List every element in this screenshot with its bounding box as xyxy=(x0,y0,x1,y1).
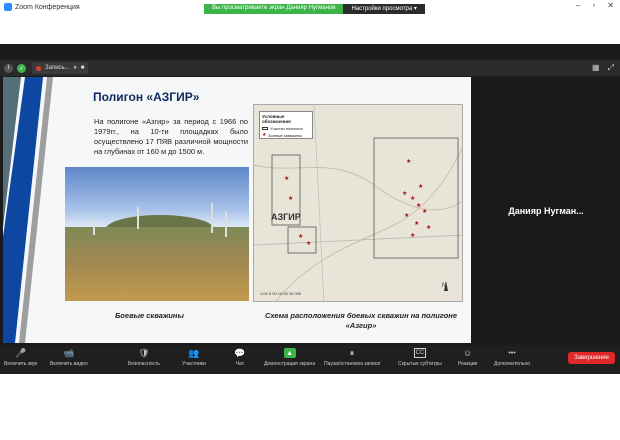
share-banner: Вы просматриваете экран Данияр Нугманов … xyxy=(204,4,425,14)
info-icon[interactable]: i xyxy=(4,63,13,73)
svg-text:★: ★ xyxy=(306,240,311,247)
unmute-button[interactable]: 🎤 Включить звук xyxy=(4,347,38,368)
legend-area-label: Участки полигона xyxy=(270,126,303,131)
end-meeting-button[interactable]: Завершение xyxy=(568,352,615,364)
svg-text:★: ★ xyxy=(410,195,415,202)
svg-text:★: ★ xyxy=(288,195,293,202)
security-shield-icon: 🛡 xyxy=(138,347,150,358)
map-legend: Условные обозначения Участки полигона ★ … xyxy=(259,111,313,139)
stop-icon[interactable]: ■ xyxy=(81,65,85,71)
security-button[interactable]: 🛡 Безопасность xyxy=(128,347,160,368)
pause-recording-button[interactable]: ⏸ Пауза/остановка записи xyxy=(324,347,381,368)
recording-label: Запись... xyxy=(45,65,70,71)
fullscreen-icon[interactable]: ⤢ xyxy=(608,63,614,73)
reactions-button[interactable]: ☺ Реакции xyxy=(458,348,477,367)
unmute-label: Включить звук xyxy=(4,361,38,367)
share-screen-icon: ▲ xyxy=(283,348,296,358)
photo-ground xyxy=(65,227,249,301)
start-video-button[interactable]: 📹 Включить видео xyxy=(50,347,88,368)
slide-title: Полигон «АЗГИР» xyxy=(93,90,200,104)
close-icon[interactable]: ✕ xyxy=(607,1,614,10)
map-place-label: АЗГИР xyxy=(271,212,301,222)
legend-row-wells: ★ Боевые скважины xyxy=(262,132,310,138)
participants-button[interactable]: 👥 Участники xyxy=(182,347,206,368)
pause-stop-icon: ⏸ xyxy=(349,347,355,358)
meeting-toolbar: 🎤 Включить звук 📹 Включить видео 🛡 Безоп… xyxy=(0,346,620,374)
video-camera-icon: 📹 xyxy=(63,347,75,358)
viewing-banner: Вы просматриваете экран Данияр Нугманов xyxy=(204,4,344,14)
participant-name: Данияр Нугман... xyxy=(508,206,584,216)
chat-icon: 💬 xyxy=(234,347,246,358)
closed-captions-icon: CC xyxy=(413,348,426,358)
polygon-map: ★ ★ ★ ★ ★ ★ ★ ★ ★ ★ ★ ★ ★ ★ N Условные обозначе… xyxy=(253,104,463,302)
photo-pole xyxy=(225,211,227,237)
participants-icon: 👥 xyxy=(188,347,200,358)
participants-label: Участники xyxy=(182,361,206,367)
view-options-button[interactable]: Настройки просмотра ▾ xyxy=(343,4,425,14)
shared-slide: Полигон «АЗГИР» На полигоне «Азгир» за п… xyxy=(3,77,471,343)
svg-text:★: ★ xyxy=(284,175,289,182)
legend-row-area: Участки полигона xyxy=(262,126,310,131)
photo-caption: Боевые скважины xyxy=(115,311,184,320)
reactions-label: Реакции xyxy=(458,361,478,367)
zoom-logo-icon xyxy=(4,3,12,11)
svg-text:★: ★ xyxy=(422,208,427,215)
top-toolbar: i ✓ Запись... ⏸ ■ ▦ ⤢ xyxy=(0,60,620,76)
shield-icon[interactable]: ✓ xyxy=(17,63,26,73)
grid-view-icon[interactable]: ▦ xyxy=(592,63,600,73)
wells-photo xyxy=(65,167,249,301)
legend-wells-label: Боевые скважины xyxy=(268,132,302,138)
more-label: Дополнительно xyxy=(494,361,530,367)
record-dot-icon xyxy=(36,65,41,71)
svg-text:★: ★ xyxy=(414,220,419,227)
minimize-icon[interactable]: – xyxy=(576,1,580,10)
chat-button[interactable]: 💬 Чат xyxy=(234,347,246,368)
svg-text:★: ★ xyxy=(426,224,431,231)
map-caption: Схема расположения боевых скважин на пол… xyxy=(265,311,457,330)
window-title: Zoom Конференция xyxy=(15,3,80,11)
svg-text:★: ★ xyxy=(410,232,415,239)
closed-captions-button[interactable]: CC Скрытые субтитры xyxy=(398,348,442,367)
slide-body-text: На полигоне «Азгир» за период с 1966 по … xyxy=(94,117,248,156)
more-dots-icon: ••• xyxy=(508,349,516,357)
share-screen-label: Демонстрация экрана xyxy=(264,361,316,367)
svg-text:★: ★ xyxy=(406,158,411,165)
security-label: Безопасность xyxy=(128,361,160,367)
share-screen-button[interactable]: ▲ Демонстрация экрана xyxy=(264,348,315,367)
window-controls: – ▫ ✕ xyxy=(576,1,614,10)
svg-text:★: ★ xyxy=(404,212,409,219)
view-controls: ▦ ⤢ xyxy=(592,63,614,73)
svg-text:★: ★ xyxy=(416,202,421,209)
maximize-icon[interactable]: ▫ xyxy=(592,1,595,10)
svg-text:★: ★ xyxy=(298,233,303,240)
star-icon: ★ xyxy=(262,132,267,138)
participant-video-tile[interactable]: Данияр Нугман... xyxy=(476,171,616,251)
smiley-icon: ☺ xyxy=(463,348,473,358)
photo-pole xyxy=(137,207,139,229)
pause-icon[interactable]: ⏸ xyxy=(74,65,77,72)
more-button[interactable]: ••• Дополнительно xyxy=(494,348,530,368)
legend-area-swatch xyxy=(262,127,268,130)
photo-pole xyxy=(211,203,213,233)
map-scalebar: 1:00 5 00 10 00 15 000 xyxy=(260,291,302,296)
photo-pole xyxy=(93,219,95,235)
svg-text:★: ★ xyxy=(418,183,423,190)
recording-indicator[interactable]: Запись... ⏸ ■ xyxy=(32,62,89,74)
svg-text:★: ★ xyxy=(402,190,407,197)
start-video-label: Включить видео xyxy=(50,361,88,367)
pause-recording-label: Пауза/остановка записи xyxy=(324,361,381,367)
microphone-icon: 🎤 xyxy=(15,347,27,358)
closed-captions-label: Скрытые субтитры xyxy=(398,361,442,367)
chat-label: Чат xyxy=(235,361,245,367)
legend-title: Условные обозначения xyxy=(262,114,291,124)
